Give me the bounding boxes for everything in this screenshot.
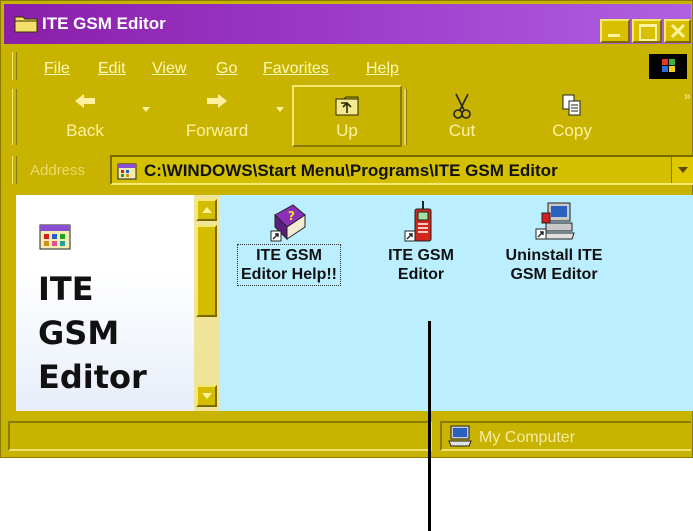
forward-button[interactable]: Forward bbox=[172, 85, 262, 149]
file-item-uninstall[interactable]: Uninstall ITE GSM Editor bbox=[484, 195, 624, 285]
program-group-icon bbox=[117, 163, 137, 180]
address-bar: Address C:\WINDOWS\Start Menu\Programs\I… bbox=[4, 152, 693, 188]
close-icon bbox=[670, 23, 686, 39]
scroll-down-button[interactable] bbox=[196, 385, 217, 407]
chevron-down-icon bbox=[202, 393, 212, 399]
file-item-help[interactable]: ? ITE GSM Editor Help!! bbox=[224, 195, 354, 286]
status-bar: My Computer bbox=[4, 415, 691, 455]
status-zone-cell: My Computer bbox=[440, 421, 691, 451]
menu-edit[interactable]: Edit bbox=[98, 60, 126, 78]
close-button[interactable] bbox=[664, 19, 691, 43]
toolbar-separator bbox=[404, 89, 407, 145]
menu-go[interactable]: Go bbox=[216, 60, 237, 78]
svg-text:?: ? bbox=[288, 209, 295, 223]
copy-button[interactable]: Copy bbox=[534, 85, 610, 149]
forward-arrow-icon bbox=[207, 94, 227, 108]
back-dropdown-icon[interactable] bbox=[142, 107, 150, 112]
folder-view[interactable]: ITE GSM Editor ? ITE GSM Editor Help!! I… bbox=[16, 195, 693, 411]
address-field[interactable]: C:\WINDOWS\Start Menu\Programs\ITE GSM E… bbox=[110, 155, 693, 185]
toolbar-overflow-icon[interactable]: » bbox=[684, 89, 691, 103]
forward-dropdown-icon[interactable] bbox=[276, 107, 284, 112]
callout-pointer-line bbox=[428, 321, 431, 531]
explorer-window: ITE GSM Editor File Edit View Go Favorit… bbox=[0, 0, 693, 458]
copy-icon bbox=[562, 94, 581, 116]
back-button[interactable]: Back bbox=[50, 85, 120, 149]
help-book-shortcut-icon: ? bbox=[270, 204, 306, 242]
scroll-up-button[interactable] bbox=[196, 199, 217, 221]
status-zone-label: My Computer bbox=[479, 429, 576, 446]
menu-view[interactable]: View bbox=[152, 60, 186, 78]
address-dropdown-button[interactable] bbox=[671, 157, 693, 183]
up-button[interactable]: Up bbox=[292, 85, 402, 147]
scissors-icon bbox=[453, 93, 471, 119]
folder-title: ITE GSM Editor bbox=[38, 270, 147, 396]
up-folder-icon bbox=[335, 96, 359, 116]
back-arrow-icon bbox=[75, 94, 95, 108]
folder-icon bbox=[14, 16, 38, 33]
my-computer-icon bbox=[448, 425, 472, 447]
maximize-button[interactable] bbox=[632, 19, 662, 43]
program-group-icon bbox=[39, 224, 71, 250]
window-title: ITE GSM Editor bbox=[42, 14, 166, 33]
mobile-phone-shortcut-icon bbox=[404, 201, 432, 242]
menu-file[interactable]: File bbox=[44, 60, 70, 78]
chevron-up-icon bbox=[202, 207, 212, 213]
title-bar[interactable]: ITE GSM Editor bbox=[4, 4, 691, 44]
address-label: Address bbox=[30, 162, 86, 179]
menu-favorites[interactable]: Favorites bbox=[263, 60, 329, 78]
vertical-scrollbar[interactable] bbox=[194, 195, 219, 411]
minimize-button[interactable] bbox=[600, 19, 630, 43]
scroll-thumb[interactable] bbox=[196, 225, 217, 317]
menu-help[interactable]: Help bbox=[366, 60, 399, 78]
toolbar: Back Forward Up Cut Copy » bbox=[4, 85, 691, 149]
status-text-cell bbox=[8, 421, 432, 451]
chevron-down-icon bbox=[678, 167, 688, 173]
windows-logo-icon bbox=[649, 54, 687, 79]
cut-button[interactable]: Cut bbox=[424, 85, 500, 149]
web-view-panel: ITE GSM Editor bbox=[16, 195, 194, 411]
address-path: C:\WINDOWS\Start Menu\Programs\ITE GSM E… bbox=[144, 161, 558, 180]
file-item-editor[interactable]: ITE GSM Editor bbox=[368, 195, 474, 285]
menu-bar: File Edit View Go Favorites Help bbox=[4, 46, 691, 82]
computer-setup-shortcut-icon bbox=[535, 202, 575, 240]
